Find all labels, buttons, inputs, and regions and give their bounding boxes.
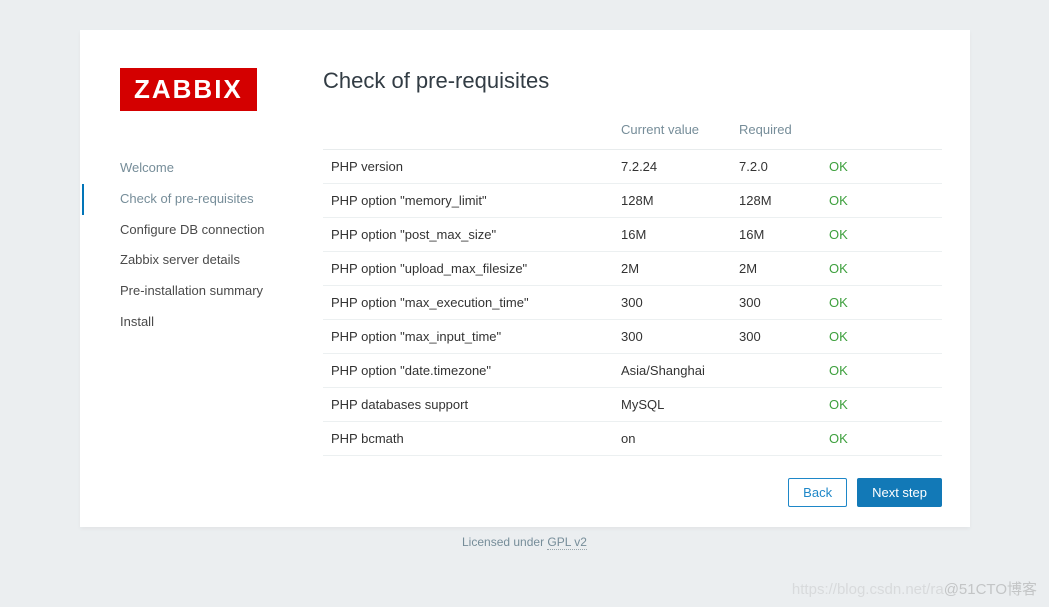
nav-item[interactable]: Pre-installation summary (82, 276, 315, 307)
requirement-required: 7.2.0 (731, 150, 821, 184)
requirement-status: OK (821, 422, 942, 456)
requirements-scroll[interactable]: Current value Required PHP version7.2.24… (323, 112, 948, 462)
requirement-required (731, 388, 821, 422)
col-name (323, 112, 613, 150)
requirement-current: 300 (613, 286, 731, 320)
main-panel: Check of pre-requisites Current value Re… (315, 30, 970, 527)
col-required: Required (731, 112, 821, 150)
requirement-name: PHP databases support (323, 388, 613, 422)
table-row: PHP bcmathon OK (323, 422, 942, 456)
table-row: PHP mbstringon OK (323, 456, 942, 463)
requirement-current: 7.2.24 (613, 150, 731, 184)
nav-item[interactable]: Configure DB connection (82, 215, 315, 246)
requirement-required: 300 (731, 286, 821, 320)
requirement-status: OK (821, 150, 942, 184)
page-title: Check of pre-requisites (323, 68, 948, 94)
watermark: https://blog.csdn.net/ra@51CTO博客 (792, 578, 1037, 599)
requirement-required (731, 354, 821, 388)
nav-item[interactable]: Zabbix server details (82, 245, 315, 276)
requirement-current: 128M (613, 184, 731, 218)
requirement-required (731, 456, 821, 463)
requirement-name: PHP option "date.timezone" (323, 354, 613, 388)
back-button[interactable]: Back (788, 478, 847, 507)
requirement-name: PHP option "max_execution_time" (323, 286, 613, 320)
sidebar: ZABBIX WelcomeCheck of pre-requisitesCon… (80, 30, 315, 527)
requirement-status: OK (821, 218, 942, 252)
requirement-name: PHP option "upload_max_filesize" (323, 252, 613, 286)
requirement-name: PHP bcmath (323, 422, 613, 456)
nav-item[interactable]: Check of pre-requisites (82, 184, 315, 215)
table-row: PHP option "upload_max_filesize"2M2MOK (323, 252, 942, 286)
table-header-row: Current value Required (323, 112, 942, 150)
requirements-table: Current value Required PHP version7.2.24… (323, 112, 942, 462)
requirement-name: PHP mbstring (323, 456, 613, 463)
table-row: PHP option "post_max_size"16M16MOK (323, 218, 942, 252)
requirement-status: OK (821, 184, 942, 218)
table-row: PHP version7.2.247.2.0OK (323, 150, 942, 184)
table-row: PHP option "memory_limit"128M128MOK (323, 184, 942, 218)
next-step-button[interactable]: Next step (857, 478, 942, 507)
table-row: PHP option "max_execution_time"300300OK (323, 286, 942, 320)
requirement-status: OK (821, 456, 942, 463)
requirement-required: 128M (731, 184, 821, 218)
requirement-current: MySQL (613, 388, 731, 422)
requirement-current: 2M (613, 252, 731, 286)
requirement-name: PHP version (323, 150, 613, 184)
requirement-status: OK (821, 252, 942, 286)
nav-steps: WelcomeCheck of pre-requisitesConfigure … (82, 153, 315, 338)
requirement-name: PHP option "max_input_time" (323, 320, 613, 354)
requirement-status: OK (821, 354, 942, 388)
table-row: PHP option "date.timezone"Asia/Shanghai O… (323, 354, 942, 388)
nav-item[interactable]: Install (82, 307, 315, 338)
setup-container: ZABBIX WelcomeCheck of pre-requisitesCon… (80, 30, 970, 527)
requirement-current: 300 (613, 320, 731, 354)
requirement-current: 16M (613, 218, 731, 252)
requirement-current: Asia/Shanghai (613, 354, 731, 388)
requirement-current: on (613, 456, 731, 463)
requirement-required: 2M (731, 252, 821, 286)
requirement-name: PHP option "post_max_size" (323, 218, 613, 252)
requirement-required: 16M (731, 218, 821, 252)
col-status (821, 112, 942, 150)
requirement-status: OK (821, 320, 942, 354)
zabbix-logo: ZABBIX (120, 68, 257, 111)
requirement-status: OK (821, 388, 942, 422)
col-current: Current value (613, 112, 731, 150)
requirement-current: on (613, 422, 731, 456)
requirement-name: PHP option "memory_limit" (323, 184, 613, 218)
table-row: PHP databases supportMySQL OK (323, 388, 942, 422)
footer: Licensed under GPL v2 (0, 535, 1049, 549)
requirements-table-wrap: Current value Required PHP version7.2.24… (323, 112, 948, 464)
requirement-required (731, 422, 821, 456)
requirement-status: OK (821, 286, 942, 320)
requirement-required: 300 (731, 320, 821, 354)
nav-item[interactable]: Welcome (82, 153, 315, 184)
footer-license-link[interactable]: GPL v2 (547, 535, 587, 550)
table-row: PHP option "max_input_time"300300OK (323, 320, 942, 354)
button-bar: Back Next step (323, 478, 948, 507)
footer-text: Licensed under (462, 535, 547, 549)
